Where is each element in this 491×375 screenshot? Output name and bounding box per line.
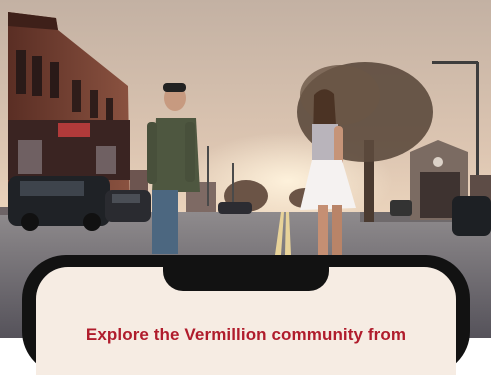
building-window [72, 80, 81, 112]
parked-suv-window [20, 181, 84, 196]
parked-car-window [112, 194, 140, 203]
storefront-window [18, 140, 42, 174]
building-window [16, 50, 26, 94]
street-lamp-pole [207, 146, 209, 206]
phone-mockup: Explore the Vermillion community from [22, 255, 470, 375]
shop-sign [58, 123, 90, 137]
woman-leg [318, 205, 328, 255]
shop-logo [433, 157, 443, 167]
woman-leg [332, 205, 342, 255]
storefront-window [96, 146, 116, 174]
tree-crown [300, 65, 380, 125]
man-jeans [152, 190, 178, 254]
phone-tagline: Explore the Vermillion community from [85, 325, 407, 344]
street-lamp-arm [432, 61, 478, 64]
suv-wheel [21, 213, 39, 231]
building-window [50, 62, 59, 98]
building-window [32, 56, 42, 96]
suv-wheel [83, 213, 101, 231]
passing-car [218, 202, 252, 214]
phone-notch [163, 255, 329, 291]
man-arm [147, 122, 157, 184]
parked-car-right [452, 196, 491, 236]
man-cap [163, 83, 186, 92]
parked-car-right-2 [390, 200, 412, 216]
building-window [90, 90, 98, 118]
man-arm [185, 122, 195, 182]
